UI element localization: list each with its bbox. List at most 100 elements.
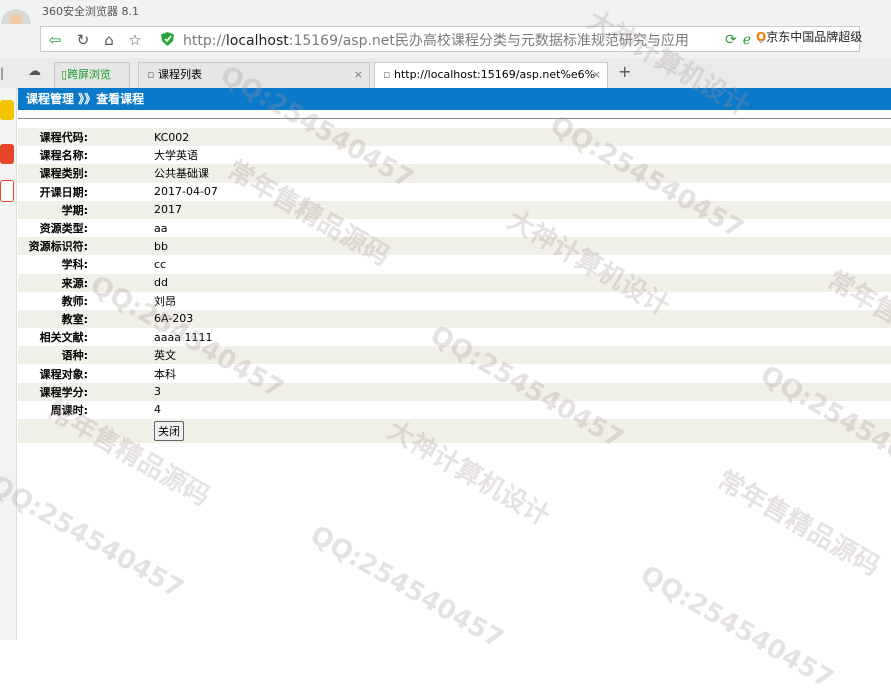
spacer xyxy=(88,219,154,237)
spacer xyxy=(88,255,154,273)
spacer xyxy=(88,183,154,201)
cloud-icon[interactable]: ☁ xyxy=(28,64,41,79)
spacer xyxy=(88,164,154,182)
page-content: 课程管理 》》查看课程 课程代码:KC002课程名称: 大学英语课程类别: 公共基础… xyxy=(18,88,891,640)
field-label: 来源: xyxy=(18,274,88,292)
field-value: aa xyxy=(154,219,891,237)
field-label: 语种: xyxy=(18,346,88,364)
spacer xyxy=(88,346,154,364)
page-icon: ▫ xyxy=(147,68,154,81)
field-label: 教室: xyxy=(18,310,88,328)
field-value: 4 xyxy=(154,401,891,419)
tab-scroll-icon[interactable]: | xyxy=(0,66,4,80)
search-engine-icon: O xyxy=(756,30,766,44)
spacer xyxy=(88,237,154,255)
jd-link[interactable]: O京东中国品牌超级 xyxy=(756,28,862,45)
field-value: dd xyxy=(154,274,891,292)
close-icon[interactable]: × xyxy=(592,63,601,87)
table-row: 课程名称: 大学英语 xyxy=(18,146,891,164)
close-icon[interactable]: × xyxy=(354,63,363,87)
reload-green-icon[interactable]: ⟳ xyxy=(725,32,737,48)
spacer xyxy=(88,274,154,292)
field-label: 相关文献: xyxy=(18,328,88,346)
browser-title-bar: 360安全浏览器 8.1 xyxy=(0,0,891,24)
page-icon: ▫ xyxy=(383,68,390,81)
weibo-icon[interactable] xyxy=(0,144,14,164)
new-tab-plus-icon[interactable]: + xyxy=(618,62,631,81)
tab-course-list[interactable]: ▫ 课程列表 × xyxy=(138,62,370,88)
spacer xyxy=(88,292,154,310)
table-row: 课程学分: 3 xyxy=(18,383,891,401)
field-label: 周课时: xyxy=(18,401,88,419)
button-cell: 关闭 xyxy=(154,419,891,443)
field-label: 资源标识符: xyxy=(18,237,88,255)
field-label: 资源类型: xyxy=(18,219,88,237)
table-row: 课程代码:KC002 xyxy=(18,128,891,146)
close-button[interactable]: 关闭 xyxy=(154,421,184,441)
table-row: 学期: 2017 xyxy=(18,201,891,219)
back-arrow-icon[interactable]: ⇦ xyxy=(43,29,67,51)
table-row: 开课日期: 2017-04-07 xyxy=(18,183,891,201)
field-value: aaaa 1111 xyxy=(154,328,891,346)
favorites-icon[interactable] xyxy=(0,100,14,120)
address-bar[interactable]: ⇦ ↻ ⌂ ☆ http://localhost:15169/asp.net民办… xyxy=(40,26,860,52)
field-label: 课程对象: xyxy=(18,364,88,382)
course-detail-table: 课程代码:KC002课程名称: 大学英语课程类别: 公共基础课开课日期: 2017-0… xyxy=(18,128,891,443)
field-value: 2017 xyxy=(154,201,891,219)
tab-strip: | ☁ ▯跨屏浏览 ▫ 课程列表 × ▫ http://localhost:15… xyxy=(0,58,891,89)
tab-label: 跨屏浏览 xyxy=(67,68,111,81)
url-path: :15169/asp.net民办高校课程分类与元数据标准规范研究与应用 xyxy=(289,33,689,49)
tab-cross-screen[interactable]: ▯跨屏浏览 xyxy=(54,62,130,88)
360-icon[interactable] xyxy=(0,180,14,202)
table-row: 课程类别: 公共基础课 xyxy=(18,164,891,182)
ie-mode-icon[interactable]: ℯ xyxy=(743,32,751,48)
page-header: 课程管理 》》查看课程 xyxy=(18,88,891,110)
field-label: 学期: xyxy=(18,201,88,219)
button-row: 关闭 xyxy=(18,419,891,443)
browser-app-title: 360安全浏览器 8.1 xyxy=(42,3,139,19)
field-label: 课程类别: xyxy=(18,164,88,182)
field-value: 刘昂 xyxy=(154,292,891,310)
field-label: 课程代码: xyxy=(18,128,88,146)
table-row: 教室: 6A-203 xyxy=(18,310,891,328)
tab-label: http://localhost:15169/asp.net%e6% xyxy=(394,68,595,81)
field-value: 2017-04-07 xyxy=(154,183,891,201)
table-row: 周课时: 4 xyxy=(18,401,891,419)
field-value: 3 xyxy=(154,383,891,401)
table-row: 学科:cc xyxy=(18,255,891,273)
jd-link-label: 京东中国品牌超级 xyxy=(766,30,862,44)
field-label: 学科: xyxy=(18,255,88,273)
spacer xyxy=(88,328,154,346)
url-host: localhost xyxy=(226,33,289,49)
page-title: 课程管理 》》查看课程 xyxy=(26,92,144,106)
field-label: 课程学分: xyxy=(18,383,88,401)
spacer xyxy=(88,364,154,382)
table-row: 教师: 刘昂 xyxy=(18,292,891,310)
field-label: 开课日期: xyxy=(18,183,88,201)
spacer xyxy=(88,201,154,219)
table-row: 相关文献: aaaa 1111 xyxy=(18,328,891,346)
url-text[interactable]: http://localhost:15169/asp.net民办高校课程分类与元… xyxy=(183,30,727,50)
field-value: 本科 xyxy=(154,364,891,382)
table-row: 来源: dd xyxy=(18,274,891,292)
field-value: 大学英语 xyxy=(154,146,891,164)
table-row: 语种: 英文 xyxy=(18,346,891,364)
home-icon[interactable]: ⌂ xyxy=(97,29,121,51)
spacer xyxy=(88,146,154,164)
tab-label: 课程列表 xyxy=(158,68,202,81)
spacer xyxy=(88,310,154,328)
table-row: 课程对象: 本科 xyxy=(18,364,891,382)
field-label: 教师: xyxy=(18,292,88,310)
browser-sidebar xyxy=(0,88,17,640)
refresh-icon[interactable]: ↻ xyxy=(71,29,95,51)
field-value: 公共基础课 xyxy=(154,164,891,182)
field-value: 6A-203 xyxy=(154,310,891,328)
field-label: 课程名称: xyxy=(18,146,88,164)
favorite-star-icon[interactable]: ☆ xyxy=(123,29,147,51)
table-row: 资源类型: aa xyxy=(18,219,891,237)
field-value: 英文 xyxy=(154,346,891,364)
spacer xyxy=(18,419,88,443)
tab-current[interactable]: ▫ http://localhost:15169/asp.net%e6% × xyxy=(374,62,608,88)
divider xyxy=(18,118,891,119)
table-row: 资源标识符:bb xyxy=(18,237,891,255)
